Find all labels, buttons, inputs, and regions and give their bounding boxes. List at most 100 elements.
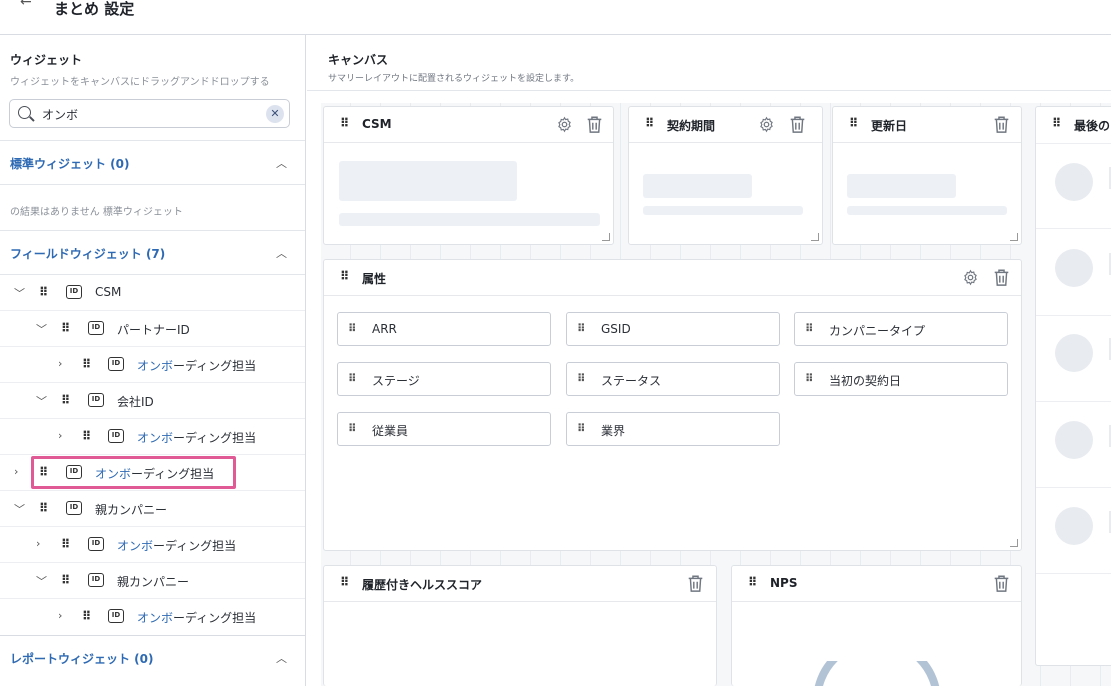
page-title: まとめ 設定: [54, 0, 135, 18]
divider: [0, 184, 305, 185]
tree-item-parent-company[interactable]: ﹀ ⠿ ID 親カンパニー: [0, 563, 305, 599]
contract-period-widget-card[interactable]: ⠿ 契約期間: [628, 106, 823, 245]
trash-icon[interactable]: [993, 115, 1010, 134]
selection-highlight: [31, 456, 236, 489]
chevron-up-icon[interactable]: ︿: [276, 155, 287, 171]
standard-empty-text: の結果はありません 標準ウィジェット: [10, 207, 183, 218]
drag-handle-icon[interactable]: ⠿: [340, 575, 349, 589]
standard-widgets-header[interactable]: 標準ウィジェット (0): [10, 155, 130, 172]
renewal-date-widget-card[interactable]: ⠿ 更新日: [832, 106, 1022, 245]
drag-handle-icon[interactable]: ⠿: [577, 322, 586, 335]
tree-item-onboarding[interactable]: › ⠿ ID オンボーディング担当: [0, 527, 305, 563]
drag-handle-icon[interactable]: ⠿: [82, 429, 91, 443]
chevron-down-icon[interactable]: ﹀: [36, 573, 47, 589]
gear-icon[interactable]: [962, 269, 979, 286]
drag-handle-icon[interactable]: ⠿: [340, 269, 349, 283]
canvas-title: キャンバス: [328, 53, 389, 67]
tree-item-onboarding[interactable]: › ⠿ ID オンボーディング担当: [0, 347, 305, 383]
id-field-icon: ID: [66, 285, 82, 299]
trash-icon[interactable]: [993, 268, 1010, 287]
divider: [0, 635, 305, 636]
widget-panel-title: ウィジェット: [10, 53, 83, 67]
drag-handle-icon[interactable]: ⠿: [61, 393, 70, 407]
chevron-up-icon[interactable]: ︿: [276, 245, 287, 261]
attribute-chip-gsid[interactable]: ⠿ GSID: [566, 312, 780, 346]
chevron-right-icon[interactable]: ›: [58, 357, 62, 370]
drag-handle-icon[interactable]: ⠿: [1052, 116, 1061, 130]
card-title: 最後の: [1074, 119, 1111, 133]
nps-widget-card[interactable]: ⠿ NPS: [731, 565, 1022, 686]
drag-handle-icon[interactable]: ⠿: [61, 321, 70, 335]
chevron-down-icon[interactable]: ﹀: [14, 285, 25, 301]
attribute-chip-stage[interactable]: ⠿ ステージ: [337, 362, 551, 396]
csm-widget-card[interactable]: ⠿ CSM: [323, 106, 614, 245]
drag-handle-icon[interactable]: ⠿: [577, 372, 586, 385]
tree-item-csm[interactable]: ﹀ ⠿ ID CSM: [0, 275, 305, 311]
attributes-widget-card[interactable]: ⠿ 属性 ⠿ ARR ⠿ GSID ⠿ カンパニータイプ ⠿ ステージ ⠿ ステータス ⠿…: [323, 259, 1022, 551]
tree-item-onboarding[interactable]: › ⠿ ID オンボーディング担当: [0, 599, 305, 635]
attribute-chip-arr[interactable]: ⠿ ARR: [337, 312, 551, 346]
tree-item-partner-id[interactable]: ﹀ ⠿ ID パートナーID: [0, 311, 305, 347]
card-title: 属性: [362, 272, 387, 286]
attribute-chip-industry[interactable]: ⠿ 業界: [566, 412, 780, 446]
health-score-widget-card[interactable]: ⠿ 履歴付きヘルススコア: [323, 565, 717, 686]
id-field-icon: ID: [66, 501, 82, 515]
drag-handle-icon[interactable]: ⠿: [348, 322, 357, 335]
field-widgets-header[interactable]: フィールドウィジェット (7): [10, 245, 165, 262]
trash-icon[interactable]: [993, 574, 1010, 593]
clear-search-icon[interactable]: ✕: [266, 105, 284, 123]
divider: [0, 230, 305, 231]
drag-handle-icon[interactable]: ⠿: [39, 501, 48, 515]
drag-handle-icon[interactable]: ⠿: [849, 116, 858, 130]
widget-panel-subtitle: ウィジェットをキャンバスにドラッグアンドドロップする: [10, 77, 270, 88]
chevron-right-icon[interactable]: ›: [14, 465, 18, 478]
id-field-icon: ID: [88, 573, 104, 587]
canvas-panel: キャンバス サマリーレイアウトに配置されるウィジェットを設定します。 ⠿ CSM…: [307, 35, 1111, 686]
trash-icon[interactable]: [789, 115, 806, 134]
drag-handle-icon[interactable]: ⠿: [82, 609, 91, 623]
tree-item-onboarding[interactable]: › ⠿ ID オンボーディング担当: [0, 419, 305, 455]
attribute-chip-employees[interactable]: ⠿ 従業員: [337, 412, 551, 446]
drag-handle-icon[interactable]: ⠿: [805, 322, 814, 335]
drag-handle-icon[interactable]: ⠿: [39, 285, 48, 299]
tree-item-label: 親カンパニー: [117, 575, 190, 589]
drag-handle-icon[interactable]: ⠿: [82, 357, 91, 371]
nps-gauge-placeholder: [814, 661, 940, 686]
chevron-down-icon[interactable]: ﹀: [14, 501, 25, 517]
attribute-chip-original-contract-date[interactable]: ⠿ 当初の契約日: [794, 362, 1008, 396]
chevron-right-icon[interactable]: ›: [58, 609, 62, 622]
drag-handle-icon[interactable]: ⠿: [340, 116, 349, 130]
trash-icon[interactable]: [586, 115, 603, 134]
chevron-down-icon[interactable]: ﹀: [36, 321, 47, 337]
tree-item-company-id[interactable]: ﹀ ⠿ ID 会社ID: [0, 383, 305, 419]
id-field-icon: ID: [88, 321, 104, 335]
tree-item-parent-company[interactable]: ﹀ ⠿ ID 親カンパニー: [0, 491, 305, 527]
trash-icon[interactable]: [687, 574, 704, 593]
chevron-right-icon[interactable]: ›: [36, 537, 40, 550]
chevron-down-icon[interactable]: ﹀: [36, 393, 47, 409]
back-arrow-icon[interactable]: ←: [20, 0, 32, 10]
tree-item-label: パートナーID: [117, 323, 190, 337]
drag-handle-icon[interactable]: ⠿: [748, 575, 757, 589]
last-widget-card[interactable]: ⠿ 最後の: [1035, 106, 1111, 666]
gear-icon[interactable]: [556, 116, 573, 133]
report-widgets-header[interactable]: レポートウィジェット (0): [10, 650, 154, 667]
drag-handle-icon[interactable]: ⠿: [805, 372, 814, 385]
drag-handle-icon[interactable]: ⠿: [348, 422, 357, 435]
drag-handle-icon[interactable]: ⠿: [348, 372, 357, 385]
tree-item-label: 親カンパニー: [95, 503, 168, 517]
chevron-up-icon[interactable]: ︿: [276, 650, 287, 666]
attribute-chip-status[interactable]: ⠿ ステータス: [566, 362, 780, 396]
card-title: 更新日: [871, 119, 908, 133]
drag-handle-icon[interactable]: ⠿: [61, 573, 70, 587]
drag-handle-icon[interactable]: ⠿: [61, 537, 70, 551]
drag-handle-icon[interactable]: ⠿: [645, 116, 654, 130]
drag-handle-icon[interactable]: ⠿: [577, 422, 586, 435]
attribute-chip-company-type[interactable]: ⠿ カンパニータイプ: [794, 312, 1008, 346]
gear-icon[interactable]: [758, 116, 775, 133]
id-field-icon: ID: [88, 393, 104, 407]
search-input[interactable]: [42, 104, 262, 124]
widget-search[interactable]: ✕: [9, 99, 290, 128]
chevron-right-icon[interactable]: ›: [58, 429, 62, 442]
tree-item-label: オンボーディング担当: [117, 539, 237, 553]
